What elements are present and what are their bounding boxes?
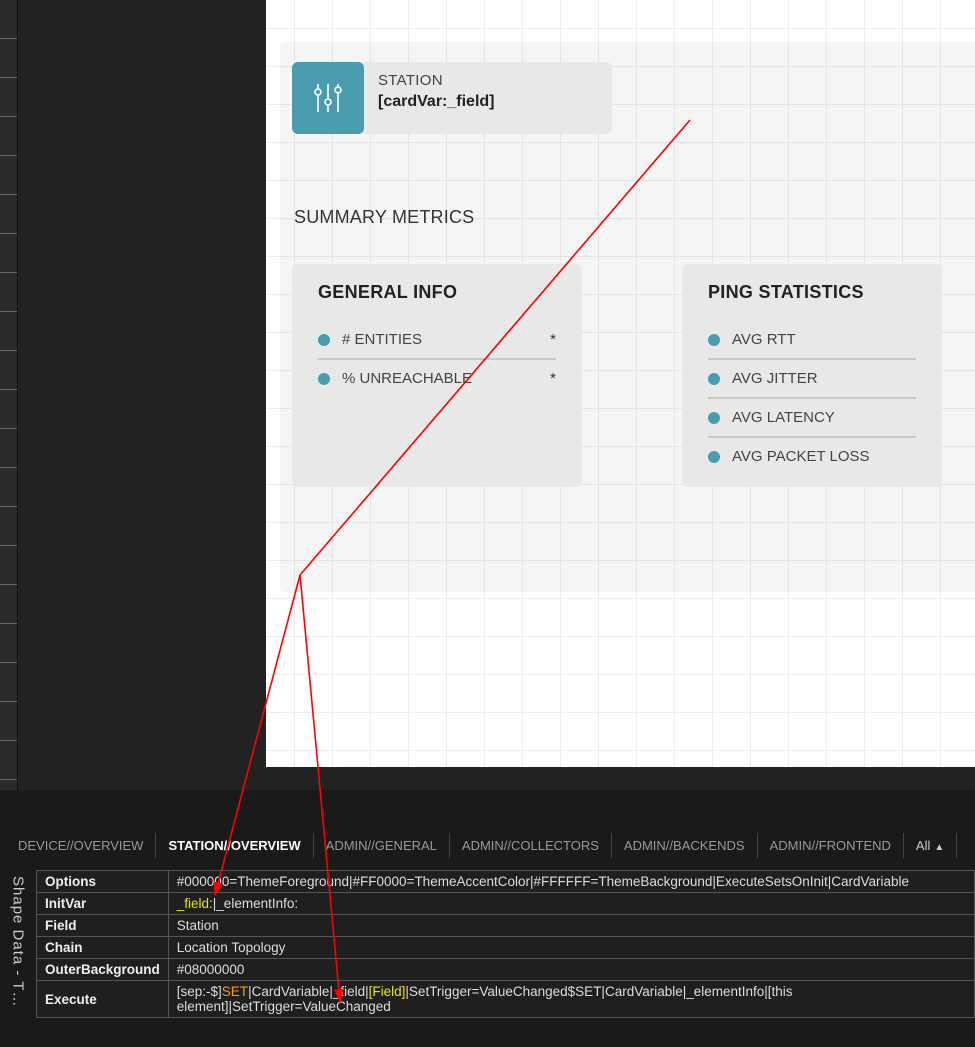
prop-row-execute[interactable]: Execute [sep:-$]SET|CardVariable|_field|… xyxy=(37,981,975,1018)
prop-value[interactable]: #08000000 xyxy=(168,959,974,981)
ping-stats-title: PING STATISTICS xyxy=(708,282,916,303)
metric-label: AVG RTT xyxy=(732,331,796,348)
bullet-icon xyxy=(708,451,720,463)
metric-row[interactable]: AVG LATENCY xyxy=(708,399,916,438)
canvas-area[interactable]: STATION [cardVar:_field] SUMMARY METRICS… xyxy=(18,0,975,790)
station-label: STATION xyxy=(378,72,494,89)
station-value: [cardVar:_field] xyxy=(378,93,494,111)
prop-value[interactable]: Station xyxy=(168,915,974,937)
metric-row[interactable]: % UNREACHABLE * xyxy=(318,360,556,397)
prop-row-options[interactable]: Options #000000=ThemeForeground|#FF0000=… xyxy=(37,871,975,893)
bullet-icon xyxy=(708,412,720,424)
metric-label: AVG JITTER xyxy=(732,370,818,387)
metric-value: * xyxy=(550,331,556,348)
prop-row-field[interactable]: Field Station xyxy=(37,915,975,937)
metric-row[interactable]: AVG JITTER xyxy=(708,360,916,399)
bullet-icon xyxy=(708,334,720,346)
station-text: STATION [cardVar:_field] xyxy=(364,62,508,134)
tab-admin-frontend[interactable]: ADMIN//FRONTEND xyxy=(758,833,904,858)
properties-panel: Options #000000=ThemeForeground|#FF0000=… xyxy=(36,870,975,1018)
outer-panel[interactable]: STATION [cardVar:_field] SUMMARY METRICS… xyxy=(280,42,975,592)
tab-admin-collectors[interactable]: ADMIN//COLLECTORS xyxy=(450,833,612,858)
tab-station-overview[interactable]: STATION//OVERVIEW xyxy=(156,833,313,858)
metric-row[interactable]: AVG PACKET LOSS xyxy=(708,438,916,475)
metric-label: AVG LATENCY xyxy=(732,409,835,426)
design-canvas[interactable]: STATION [cardVar:_field] SUMMARY METRICS… xyxy=(266,0,975,767)
metric-label: % UNREACHABLE xyxy=(342,370,472,387)
ping-stats-card[interactable]: PING STATISTICS AVG RTT AVG JITTER AVG L… xyxy=(682,264,942,487)
prop-value[interactable]: [sep:-$]SET|CardVariable|_field|[Field]|… xyxy=(168,981,974,1018)
sliders-icon xyxy=(292,62,364,134)
metric-value: * xyxy=(550,370,556,387)
bullet-icon xyxy=(318,334,330,346)
tab-all-label: All xyxy=(916,838,930,853)
tab-admin-general[interactable]: ADMIN//GENERAL xyxy=(314,833,450,858)
prop-key: InitVar xyxy=(37,893,169,915)
prop-key: Execute xyxy=(37,981,169,1018)
tab-device-overview[interactable]: DEVICE//OVERVIEW xyxy=(6,833,156,858)
triangle-up-icon: ▲ xyxy=(934,842,944,853)
prop-value[interactable]: #000000=ThemeForeground|#FF0000=ThemeAcc… xyxy=(168,871,974,893)
prop-value[interactable]: _field:|_elementInfo: xyxy=(168,893,974,915)
bullet-icon xyxy=(708,373,720,385)
prop-row-outerbackground[interactable]: OuterBackground #08000000 xyxy=(37,959,975,981)
prop-row-initvar[interactable]: InitVar _field:|_elementInfo: xyxy=(37,893,975,915)
metric-label: # ENTITIES xyxy=(342,331,422,348)
tab-admin-backends[interactable]: ADMIN//BACKENDS xyxy=(612,833,758,858)
prop-key: Options xyxy=(37,871,169,893)
prop-key: Field xyxy=(37,915,169,937)
general-info-title: GENERAL INFO xyxy=(318,282,556,303)
metric-row[interactable]: # ENTITIES * xyxy=(318,321,556,360)
metric-row[interactable]: AVG RTT xyxy=(708,321,916,360)
prop-key: OuterBackground xyxy=(37,959,169,981)
prop-value[interactable]: Location Topology xyxy=(168,937,974,959)
bullet-icon xyxy=(318,373,330,385)
section-title: SUMMARY METRICS xyxy=(294,207,474,228)
shape-data-side-label[interactable]: Shape Data - T… xyxy=(4,870,32,1040)
station-card[interactable]: STATION [cardVar:_field] xyxy=(292,62,612,134)
prop-key: Chain xyxy=(37,937,169,959)
tab-strip: DEVICE//OVERVIEW STATION//OVERVIEW ADMIN… xyxy=(0,830,975,860)
metric-label: AVG PACKET LOSS xyxy=(732,448,870,465)
tab-all[interactable]: All ▲ xyxy=(904,833,957,858)
prop-row-chain[interactable]: Chain Location Topology xyxy=(37,937,975,959)
general-info-card[interactable]: GENERAL INFO # ENTITIES * % UNREACHABLE … xyxy=(292,264,582,487)
vertical-ruler xyxy=(0,0,18,790)
